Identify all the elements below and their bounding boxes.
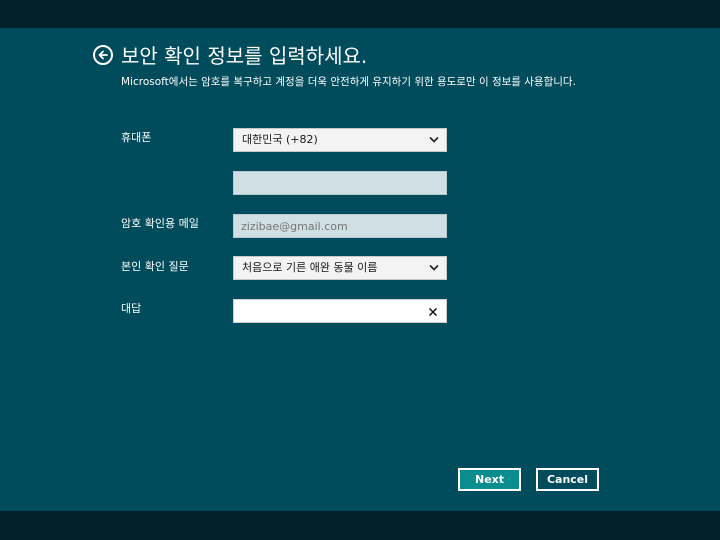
- security-question-select[interactable]: 처음으로 기른 애완 동물 이름: [233, 256, 447, 280]
- clear-answer-button[interactable]: [426, 304, 440, 318]
- page-title: 보안 확인 정보를 입력하세요.: [121, 44, 368, 68]
- bottom-bar: [0, 511, 720, 540]
- chevron-down-icon: [429, 136, 439, 143]
- page-description: Microsoft에서는 암호를 복구하고 계정을 더욱 안전하게 유지하기 위…: [121, 76, 576, 88]
- recovery-email-input[interactable]: [233, 214, 447, 238]
- country-code-select[interactable]: 대한민국 (+82): [233, 128, 447, 152]
- answer-input[interactable]: [233, 299, 447, 323]
- back-button[interactable]: [93, 45, 113, 65]
- security-question-label: 본인 확인 질문: [121, 260, 189, 273]
- cancel-button[interactable]: Cancel: [536, 468, 599, 491]
- security-question-value: 처음으로 기른 애완 동물 이름: [242, 261, 378, 274]
- country-code-value: 대한민국 (+82): [242, 133, 318, 146]
- close-icon: [428, 307, 438, 317]
- recovery-email-label: 암호 확인용 메일: [121, 217, 199, 230]
- phone-number-input[interactable]: [233, 171, 447, 195]
- back-arrow-icon: [98, 50, 108, 60]
- chevron-down-icon: [429, 264, 439, 271]
- next-button[interactable]: Next: [458, 468, 521, 491]
- phone-label: 휴대폰: [121, 131, 152, 144]
- answer-label: 대답: [121, 302, 142, 315]
- top-bar: [0, 0, 720, 28]
